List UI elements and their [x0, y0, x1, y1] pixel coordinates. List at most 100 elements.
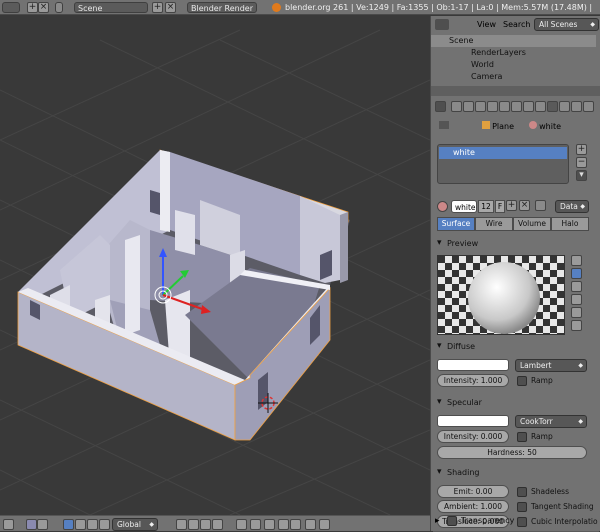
view-menu[interactable]: View: [477, 19, 496, 30]
preview-flat-icon[interactable]: [571, 255, 582, 266]
outliner-row-scene[interactable]: Scene: [431, 35, 596, 47]
object-tab-icon[interactable]: [487, 101, 498, 112]
specular-shader-select[interactable]: CookTorr: [515, 415, 587, 428]
link-data-select[interactable]: Data: [555, 200, 589, 213]
scale-icon[interactable]: [99, 519, 110, 530]
preview-sphere-icon[interactable]: [571, 268, 582, 279]
area-divider[interactable]: [431, 86, 600, 96]
delete-scene-button[interactable]: ×: [165, 2, 176, 13]
emit-field[interactable]: Emit: 0.00: [437, 485, 509, 498]
tab-halo[interactable]: Halo: [551, 217, 589, 231]
snap-align-icon[interactable]: [290, 519, 301, 530]
physics-tab-icon[interactable]: [583, 101, 594, 112]
object-mode-icon[interactable]: [26, 519, 37, 530]
specular-intensity-field[interactable]: Intensity: 0.000: [437, 430, 509, 443]
snap-target-icon[interactable]: [278, 519, 289, 530]
add-slot-button[interactable]: +: [576, 144, 587, 155]
blender-logo-icon: [272, 3, 281, 12]
tab-volume[interactable]: Volume: [513, 217, 551, 231]
render-still-icon[interactable]: [305, 519, 316, 530]
material-slot[interactable]: white: [439, 147, 567, 159]
preview-sky-icon[interactable]: [571, 320, 582, 331]
tangent-shading-checkbox[interactable]: [517, 502, 527, 512]
scene-item-label: Scene: [449, 36, 474, 45]
manipulator-toggle-icon[interactable]: [63, 519, 74, 530]
tab-surface[interactable]: Surface: [437, 217, 475, 231]
preview-monkey-icon[interactable]: [571, 294, 582, 305]
editor-type-menu[interactable]: [2, 2, 20, 13]
add-screen-button[interactable]: +: [27, 2, 38, 13]
render-engine-select[interactable]: Blender Render: [187, 2, 257, 13]
transparency-checkbox[interactable]: [447, 516, 457, 526]
layer-2-button[interactable]: [188, 519, 199, 530]
new-material-button[interactable]: +: [506, 200, 517, 211]
rotate-icon[interactable]: [87, 519, 98, 530]
ambient-field[interactable]: Ambient: 1.000: [437, 500, 509, 513]
search-menu[interactable]: Search: [503, 19, 530, 30]
diffuse-panel-header[interactable]: Diffuse: [433, 339, 599, 354]
outliner-editor-icon[interactable]: [435, 19, 449, 30]
scenes-display-select[interactable]: All Scenes: [534, 18, 599, 31]
breadcrumb-material: white: [539, 122, 562, 131]
material-slot-list[interactable]: white: [437, 144, 569, 184]
unlink-material-button[interactable]: ×: [519, 200, 530, 211]
material-users-count[interactable]: 12: [478, 200, 494, 213]
node-toggle-icon[interactable]: [535, 200, 546, 211]
shadeless-checkbox[interactable]: [517, 487, 527, 497]
world-tab-icon[interactable]: [475, 101, 486, 112]
orientation-select[interactable]: Global: [112, 518, 158, 531]
constraints-tab-icon[interactable]: [499, 101, 510, 112]
outliner-row-renderlayers[interactable]: RenderLayers: [431, 47, 596, 59]
scene-render: [0, 29, 430, 515]
pin-icon[interactable]: [439, 121, 449, 129]
scene-select[interactable]: Scene: [74, 2, 148, 13]
properties-editor-icon[interactable]: [435, 101, 446, 112]
layer-3-button[interactable]: [200, 519, 211, 530]
translate-icon[interactable]: [75, 519, 86, 530]
add-scene-button[interactable]: +: [152, 2, 163, 13]
snap-element-icon[interactable]: [264, 519, 275, 530]
render-tab-icon[interactable]: [451, 101, 462, 112]
outliner-row-world[interactable]: World: [431, 59, 596, 71]
modifiers-tab-icon[interactable]: [511, 101, 522, 112]
editor-type-icon[interactable]: [3, 519, 14, 530]
preview-panel-header[interactable]: Preview: [433, 236, 599, 251]
outliner-row-camera[interactable]: Camera: [431, 71, 596, 83]
diffuse-ramp-checkbox[interactable]: [517, 376, 527, 386]
snap-icon[interactable]: [250, 519, 261, 530]
outliner: View Search All Scenes Scene RenderLayer…: [431, 16, 600, 86]
transparency-collapse-icon[interactable]: ▸: [435, 516, 443, 526]
material-browse-icon[interactable]: [437, 201, 448, 212]
specular-ramp-checkbox[interactable]: [517, 432, 527, 442]
texture-tab-icon[interactable]: [559, 101, 570, 112]
remove-slot-button[interactable]: −: [576, 157, 587, 168]
data-tab-icon[interactable]: [523, 101, 534, 112]
slot-menu-button[interactable]: ▾: [576, 170, 587, 181]
particles-tab-icon[interactable]: [571, 101, 582, 112]
shading-panel-header[interactable]: Shading: [433, 465, 599, 480]
right-panel: View Search All Scenes Scene RenderLayer…: [430, 16, 600, 532]
tab-wire[interactable]: Wire: [475, 217, 513, 231]
3d-viewport[interactable]: [0, 16, 430, 515]
specular-color-swatch[interactable]: [437, 415, 509, 427]
hardness-field[interactable]: Hardness: 50: [437, 446, 587, 459]
diffuse-color-swatch[interactable]: [437, 359, 509, 371]
diffuse-shader-select[interactable]: Lambert: [515, 359, 587, 372]
proportional-edit-icon[interactable]: [236, 519, 247, 530]
scene-tab-icon[interactable]: [463, 101, 474, 112]
diffuse-intensity-field[interactable]: Intensity: 1.000: [437, 374, 509, 387]
layer-1-button[interactable]: [176, 519, 187, 530]
delete-screen-button[interactable]: ×: [38, 2, 49, 13]
specular-panel-header[interactable]: Specular: [433, 395, 599, 410]
fake-user-button[interactable]: F: [495, 200, 505, 213]
transparency-panel-header[interactable]: Transparency: [461, 516, 514, 526]
render-animation-icon[interactable]: [319, 519, 330, 530]
preview-hair-icon[interactable]: [571, 307, 582, 318]
material-name-field[interactable]: white: [451, 200, 477, 213]
bone-tab-icon[interactable]: [535, 101, 546, 112]
layer-4-button[interactable]: [212, 519, 223, 530]
cubic-interpolation-checkbox[interactable]: [517, 517, 527, 527]
preview-cube-icon[interactable]: [571, 281, 582, 292]
material-tab-icon[interactable]: [547, 101, 558, 112]
viewport-shading-icon[interactable]: [37, 519, 48, 530]
